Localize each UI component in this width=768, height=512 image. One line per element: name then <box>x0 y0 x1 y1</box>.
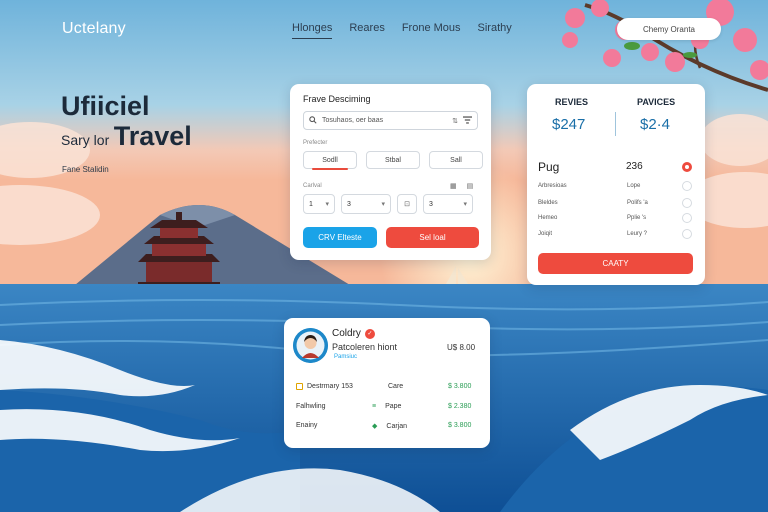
secondary-button[interactable]: Sel loal <box>386 227 479 248</box>
list-item-value: $ 3.800 <box>448 383 472 390</box>
hero-subtitle-big: Travel <box>113 121 192 151</box>
list-item-mid: ◆ Carjan <box>372 422 408 431</box>
app-logo[interactable]: Uctelany <box>62 20 126 38</box>
booking-card: Frave Desciming Tosuhaos, oer baas ⇅ Pre… <box>290 84 491 260</box>
option-value: Lope <box>627 183 641 189</box>
pricing-col1-title: REVIES <box>555 97 589 107</box>
pricing-card: REVIES PAVICES $247 $2·4 Pug 236 Arbresi… <box>527 84 705 285</box>
chevron-down-icon: ▾ <box>463 201 467 208</box>
list-item[interactable]: Falhwling <box>296 403 326 410</box>
nav-link-3[interactable]: Frone Mous <box>402 22 461 39</box>
booking-tabs: Sodll Stbal Sall <box>303 151 483 170</box>
selects-label: Carlval <box>303 183 322 189</box>
list-item-mid-label: Pape <box>385 403 402 410</box>
option-label: Hemeo <box>538 215 558 221</box>
list-item-mid-label: Care <box>388 383 404 390</box>
nav-link-4[interactable]: Sirathy <box>478 22 512 39</box>
option-value: Pplie 's <box>627 215 647 221</box>
list-item-label: Enainy <box>296 422 318 429</box>
option-radio[interactable] <box>682 229 692 239</box>
top-navigation: Uctelany Hlonges Reares Frone Mous Sirat… <box>0 0 768 56</box>
sort-icon[interactable]: ⇅ <box>452 117 458 125</box>
profile-role: Patcoleren hiont <box>332 342 398 352</box>
profile-name-row: Coldry ✓ <box>332 328 375 339</box>
equals-icon: ≡ <box>372 403 377 410</box>
option-label: Arbresioas <box>538 183 567 189</box>
pricing-divider <box>615 112 616 136</box>
search-input[interactable]: Tosuhaos, oer baas ⇅ <box>303 111 478 130</box>
pricing-heading: Pug <box>538 160 560 174</box>
list-item[interactable]: Destrmary 153 <box>296 383 353 390</box>
list-item-label: Destrmary 153 <box>307 383 353 390</box>
pricing-col2-price: $2·4 <box>640 116 671 133</box>
guest-icon: ⊡ <box>404 201 410 208</box>
select-children-value: 3 <box>347 200 351 208</box>
list-item-mid: Care <box>388 383 403 390</box>
verified-badge-icon: ✓ <box>364 328 375 339</box>
option-value: Leury ? <box>627 231 648 237</box>
select-rooms-value: 3 <box>429 200 433 208</box>
hero-caption: Fane Stalidin <box>62 165 109 174</box>
prefecture-label: Prefecter <box>303 140 328 146</box>
option-radio[interactable] <box>682 213 692 223</box>
search-value: Tosuhaos, oer baas <box>322 117 384 124</box>
hero-subtitle: Sary lor Travel <box>61 121 192 152</box>
calendar-icon[interactable]: ▦ <box>450 182 457 190</box>
option-value: Polifs 'a <box>627 200 648 206</box>
grid-icon[interactable]: ▤ <box>467 182 474 190</box>
list-item-mid-label: Carjan <box>386 422 408 430</box>
hero-title: Ufiiciel <box>61 91 150 121</box>
select-rooms[interactable]: 3 ▾ <box>423 194 473 214</box>
guest-icon-button[interactable]: ⊡ <box>397 194 417 214</box>
chevron-down-icon: ▾ <box>381 201 385 208</box>
list-item-label: Falhwling <box>296 403 326 410</box>
chevron-down-icon: ▾ <box>325 201 329 208</box>
tab-3[interactable]: Sall <box>429 151 483 169</box>
tab-1[interactable]: Sodll <box>303 151 357 170</box>
tab-2[interactable]: Stbal <box>366 151 420 169</box>
option-radio-selected[interactable] <box>682 162 692 172</box>
pricing-col2-title: PAVICES <box>637 97 676 107</box>
pricing-col1-price: $247 <box>552 116 586 133</box>
nav-link-2[interactable]: Reares <box>349 22 384 39</box>
option-radio[interactable] <box>682 181 692 191</box>
profile-card: Coldry ✓ Patcoleren hiont U$ 8.00 Pamsiu… <box>284 318 490 448</box>
search-icon <box>309 115 317 126</box>
primary-button[interactable]: CRV Elteste <box>303 227 377 248</box>
option-radio[interactable] <box>682 198 692 208</box>
list-item-mid: ≡ Pape <box>372 403 401 410</box>
nav-links: Hlonges Reares Frone Mous Sirathy <box>292 22 512 39</box>
list-item-value: $ 2.380 <box>448 403 472 410</box>
profile-amount: U$ 8.00 <box>447 343 476 352</box>
option-label: Bleldes <box>538 200 558 206</box>
hero-subtitle-small: Sary lor <box>61 132 110 148</box>
profile-link[interactable]: Pamsiuc <box>334 354 357 360</box>
avatar[interactable] <box>293 328 328 363</box>
booking-title: Frave Desciming <box>303 94 371 104</box>
calendar-icons: ▦ ▤ <box>450 182 473 190</box>
option-label: Joiqit <box>538 231 553 237</box>
list-item[interactable]: Enainy <box>296 422 317 429</box>
tag-icon: ◆ <box>372 423 378 430</box>
checkbox[interactable] <box>296 383 303 390</box>
select-children[interactable]: 3 ▾ <box>341 194 391 214</box>
pricing-heading-value: 236 <box>626 161 643 172</box>
filter-icon[interactable] <box>463 115 472 126</box>
cart-button[interactable]: CAATY <box>538 253 693 274</box>
booking-selects: 1 ▾ 3 ▾ ⊡ 3 ▾ <box>303 194 473 214</box>
list-item-value: $ 3.800 <box>448 422 472 429</box>
header-pill-button[interactable]: Chemy Oranta <box>617 18 721 40</box>
select-adults-value: 1 <box>309 200 313 208</box>
profile-name: Coldry <box>332 328 361 339</box>
select-adults[interactable]: 1 ▾ <box>303 194 335 214</box>
nav-link-1[interactable]: Hlonges <box>292 22 333 39</box>
